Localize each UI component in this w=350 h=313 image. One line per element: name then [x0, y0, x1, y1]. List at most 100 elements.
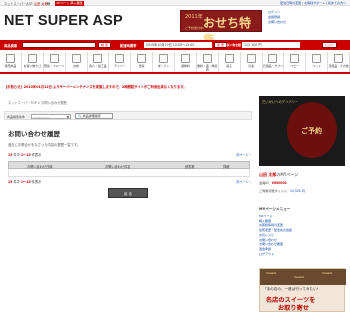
pager-bottom: 15 件中 1〜15 件表示 [8, 179, 41, 184]
promo-line-1: 「あの店の、一度は行ってみたい! [263, 287, 319, 291]
top-links[interactable]: 配達日時の変更 | お客様サポート | 初めての方へ [280, 1, 346, 5]
menu-link[interactable]: ログアウト [259, 252, 345, 257]
member-id: V000001 [271, 181, 287, 186]
detail-search-label: 商品詳細検索 [82, 114, 101, 118]
menu-title: MYページメニュー [259, 207, 291, 211]
promo-label: Sweets [322, 271, 333, 275]
page-title: お問い合わせ履歴 [8, 130, 60, 138]
mypage-menu: MYページメニュー MYページ 購入履歴 お客様情報の変更 住所変更・配達先の追加 お気… [259, 207, 345, 256]
nav-item[interactable]: 菓子 [219, 52, 241, 72]
chevron-down-icon: ▼ [66, 114, 69, 119]
cart-amount: 112,100 円 [242, 42, 300, 48]
nav-label: 野菜・フルーツ [44, 63, 65, 68]
search-icon: 🔍 [78, 114, 82, 118]
nav-item[interactable]: 特売商品 [0, 52, 22, 72]
nav-label: 冷凍 [248, 63, 254, 68]
rice-icon [159, 54, 169, 63]
nav-item[interactable]: 米・パン [153, 52, 175, 72]
search-button[interactable]: 検 索 [98, 42, 111, 48]
nav-label: 日用品・サプリ [262, 63, 284, 68]
snack-icon [224, 54, 234, 63]
pager-next-top[interactable]: 次ページ › [236, 152, 251, 157]
nav-item[interactable]: 魚介・加工品 [88, 52, 110, 72]
promo-label: Sweets [294, 275, 305, 279]
checkout-button[interactable]: レジへ [322, 42, 338, 48]
filter-label: 商品検索条件 [7, 114, 26, 119]
search-label: 商品検索 [4, 43, 18, 48]
search-input[interactable] [22, 42, 96, 48]
delivery-time: 2010年10月10日 10:00〜12:00 [144, 42, 212, 48]
search-delivery-bar: 商品検索 検 索 配達時間帯 2010年10月10日 10:00〜12:00 変… [0, 40, 350, 50]
mypage-suffix: のMYページ [276, 172, 299, 177]
nav-item[interactable]: 惣菜 [131, 52, 154, 72]
frozen-icon [246, 54, 256, 63]
dairy-icon [115, 54, 125, 63]
banner-foot: ご予約受付中! [185, 26, 205, 30]
pager-mid: 件中 [13, 153, 20, 157]
pager-tail: 件表示 [31, 153, 42, 157]
nav-item[interactable]: ベビー [284, 52, 307, 72]
pager-count: 15 [8, 180, 13, 184]
cart-icon [27, 54, 37, 63]
nav-item[interactable]: お買い物カゴ [22, 52, 44, 72]
fish-icon [93, 54, 103, 63]
pager-mid: 件中 [13, 180, 20, 184]
breadcrumb[interactable]: ネットスーパーTOP > お問い合わせ履歴 [8, 100, 67, 105]
drink-icon [202, 54, 212, 63]
nav-label: 菓子 [226, 63, 233, 68]
promo-header: Sweets Sweets Sweets [260, 269, 346, 285]
detail-search-button[interactable]: 🔍 商品詳細検索 [75, 113, 113, 119]
mypage-box: 山田 太郎のMYページ 会員ID：V000001 ご利用可能ポイント：13,52… [259, 172, 345, 193]
nav-item[interactable]: ペット [306, 52, 329, 72]
promo-line-3: お取り寄せ [278, 305, 309, 312]
sweets-promo[interactable]: Sweets Sweets Sweets 「あの店の、一度は行ってみたい! 名店… [259, 268, 346, 312]
nav-label: デイリー [114, 63, 126, 68]
user-name[interactable]: 山田 太郎 [34, 1, 48, 6]
osechi-banner[interactable]: 2011年 おせち特集 ご予約受付中! [180, 10, 262, 47]
banner-big-text: ご予約 [301, 126, 322, 135]
pager-next-bottom[interactable]: 次ページ › [236, 179, 251, 184]
promo-label: Sweets [266, 271, 277, 275]
nav-label: お買い物カゴ [23, 63, 41, 68]
site-logo[interactable]: NET SUPER ASP [4, 13, 123, 29]
other-icon [334, 54, 344, 63]
product-filter: 商品検索条件 --------------- ▼ 🔍 商品詳細検索 [4, 111, 252, 120]
site-name: ネットスーパーASP [4, 2, 33, 6]
delivery-banner[interactable]: だいかいへのデリバリー ご予約 [259, 96, 345, 166]
pet-icon [312, 54, 322, 63]
page-description: 過去にお問合せをなさった内容の履歴一覧です。 [8, 143, 81, 147]
points-line: ご利用可能ポイント：13,525 円 [259, 188, 345, 193]
category-nav: 特売商品 お買い物カゴ 野菜・フルーツ お肉 魚介・加工品 デイリー 惣菜 米・パン 調味料 飲料… [0, 52, 350, 74]
back-button[interactable]: 戻 る [108, 188, 148, 198]
nav-label: 日用品・その他 [328, 63, 349, 68]
deli-icon [137, 54, 147, 63]
points-label: ご利用可能ポイント： [259, 188, 290, 193]
nav-item[interactable]: 冷凍 [241, 52, 263, 72]
purchase-history-button[interactable]: 購入履歴 [69, 0, 85, 6]
nav-label: ベビー [290, 63, 300, 68]
pager-range: 1〜15 [20, 180, 31, 184]
nav-item[interactable]: 野菜・フルーツ [44, 52, 66, 72]
nav-item[interactable]: 日用品・その他 [328, 52, 350, 72]
member-id-line: 会員ID：V000001 [259, 180, 345, 185]
nav-label: 惣菜 [138, 63, 145, 68]
table-row [8, 169, 250, 177]
nav-item[interactable]: デイリー [109, 52, 132, 72]
pager-top: 15 件中 1〜15 件表示 [8, 152, 41, 157]
nav-item[interactable]: 調味料 [175, 52, 197, 72]
sale-icon [5, 54, 15, 63]
pager-tail: 件表示 [31, 180, 42, 184]
nav-item[interactable]: 日用品・サプリ [263, 52, 285, 72]
nav-item[interactable]: 飲料・酒・嗜好品 [197, 52, 219, 72]
nav-item[interactable]: お肉 [66, 52, 88, 72]
header-links: ログイン 会員登録 お問い合わせ [268, 10, 286, 25]
filter-select[interactable]: --------------- ▼ [31, 113, 71, 119]
banner-subtext: だいかいへのデリバリー [262, 100, 299, 104]
meat-icon [71, 54, 81, 63]
header-link[interactable]: お問い合わせ [268, 20, 286, 25]
user-honorific: 様 [47, 2, 51, 6]
nav-label: 飲料・酒・嗜好品 [197, 63, 218, 71]
mypage-user[interactable]: 山田 太郎 [259, 172, 276, 177]
nav-label: 特売商品 [4, 63, 17, 68]
mypage-heading: 山田 太郎のMYページ [259, 172, 345, 178]
